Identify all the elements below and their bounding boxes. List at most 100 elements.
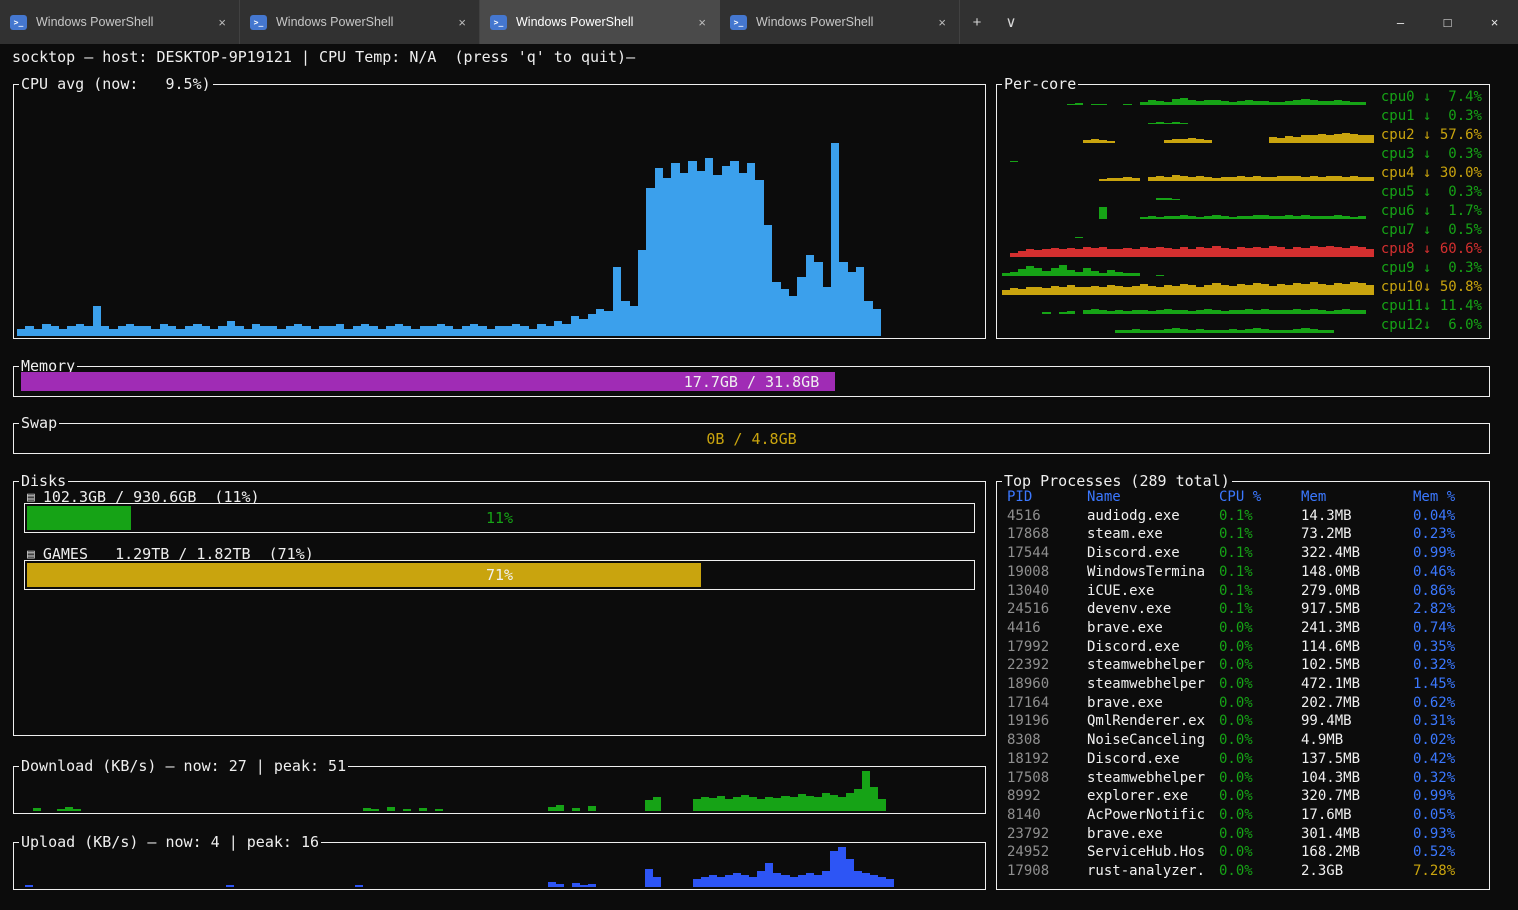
process-pid: 4516 bbox=[1007, 507, 1087, 526]
tab-close-icon[interactable]: × bbox=[455, 15, 469, 30]
process-name: NoiseCanceling bbox=[1087, 731, 1219, 750]
process-row: 4516audiodg.exe0.1%14.3MB0.04% bbox=[1007, 507, 1483, 526]
process-name: explorer.exe bbox=[1087, 787, 1219, 806]
process-name: QmlRenderer.ex bbox=[1087, 712, 1219, 731]
terminal-screen[interactable]: socktop — host: DESKTOP-9P19121 | CPU Te… bbox=[0, 44, 1518, 910]
download-panel: Download (KB/s) — now: 27 | peak: 51 bbox=[13, 766, 986, 814]
process-mem-percent: 1.45% bbox=[1413, 675, 1483, 694]
maximize-button[interactable]: □ bbox=[1424, 0, 1471, 44]
new-tab-button[interactable]: + bbox=[961, 6, 993, 38]
tab-3[interactable]: >_Windows PowerShell× bbox=[720, 0, 960, 44]
process-mem: 99.4MB bbox=[1301, 712, 1413, 731]
process-pid: 4416 bbox=[1007, 619, 1087, 638]
core-spark-chart bbox=[1002, 202, 1374, 221]
core-spark-chart bbox=[1002, 183, 1374, 202]
process-mem-percent: 0.42% bbox=[1413, 750, 1483, 769]
core-spark-chart bbox=[1002, 145, 1374, 164]
process-mem-percent: 0.86% bbox=[1413, 582, 1483, 601]
process-pid: 13040 bbox=[1007, 582, 1087, 601]
core-label: cpu2 ↓ 57.6% bbox=[1374, 126, 1485, 145]
process-row: 18960steamwebhelper0.0%472.1MB1.45% bbox=[1007, 675, 1483, 694]
process-pid: 18192 bbox=[1007, 750, 1087, 769]
tab-close-icon[interactable]: × bbox=[695, 15, 709, 30]
tab-close-icon[interactable]: × bbox=[935, 15, 949, 30]
process-cpu-percent: 0.0% bbox=[1219, 750, 1301, 769]
disk-bar: 71% bbox=[24, 560, 975, 590]
process-cpu-percent: 0.1% bbox=[1219, 507, 1301, 526]
process-mem: 472.1MB bbox=[1301, 675, 1413, 694]
core-row-cpu1: cpu1 ↓ 0.3% bbox=[1002, 107, 1485, 126]
process-row: 4416brave.exe0.0%241.3MB0.74% bbox=[1007, 619, 1483, 638]
disks-panel: Disks ▤ 102.3GB / 930.6GB (11%) 11% ▤ GA… bbox=[13, 481, 986, 736]
process-cpu-percent: 0.0% bbox=[1219, 675, 1301, 694]
process-mem-percent: 0.32% bbox=[1413, 769, 1483, 788]
process-mem-percent: 0.99% bbox=[1413, 787, 1483, 806]
core-spark-chart bbox=[1002, 88, 1374, 107]
core-spark-chart bbox=[1002, 240, 1374, 259]
minimize-button[interactable]: – bbox=[1377, 0, 1424, 44]
process-mem: 104.3MB bbox=[1301, 769, 1413, 788]
swap-bar: 0B / 4.8GB bbox=[21, 429, 1482, 448]
core-label: cpu5 ↓ 0.3% bbox=[1374, 183, 1485, 202]
tab-dropdown-button[interactable]: ∨ bbox=[995, 6, 1027, 38]
process-mem-percent: 0.46% bbox=[1413, 563, 1483, 582]
process-pid: 17868 bbox=[1007, 525, 1087, 544]
process-mem: 320.7MB bbox=[1301, 787, 1413, 806]
process-cpu-percent: 0.0% bbox=[1219, 656, 1301, 675]
process-cpu-percent: 0.0% bbox=[1219, 806, 1301, 825]
column-header-name: Name bbox=[1087, 488, 1219, 507]
process-mem-percent: 0.32% bbox=[1413, 656, 1483, 675]
process-cpu-percent: 0.1% bbox=[1219, 582, 1301, 601]
process-pid: 17508 bbox=[1007, 769, 1087, 788]
core-label: cpu9 ↓ 0.3% bbox=[1374, 259, 1485, 278]
core-row-cpu5: cpu5 ↓ 0.3% bbox=[1002, 183, 1485, 202]
process-pid: 17992 bbox=[1007, 638, 1087, 657]
process-mem-percent: 2.82% bbox=[1413, 600, 1483, 619]
powershell-icon: >_ bbox=[250, 15, 267, 30]
process-mem-percent: 0.02% bbox=[1413, 731, 1483, 750]
tab-bar: >_ Windows PowerShell × >_ Windows PowerShel… bbox=[0, 0, 960, 44]
process-row: 24952ServiceHub.Hos0.0%168.2MB0.52% bbox=[1007, 843, 1483, 862]
process-row: 19196QmlRenderer.ex0.0%99.4MB0.31% bbox=[1007, 712, 1483, 731]
process-mem: 168.2MB bbox=[1301, 843, 1413, 862]
core-label: cpu10↓ 50.8% bbox=[1374, 278, 1485, 297]
process-pid: 17164 bbox=[1007, 694, 1087, 713]
download-chart bbox=[17, 771, 982, 811]
process-pid: 8308 bbox=[1007, 731, 1087, 750]
tab-label: Windows PowerShell bbox=[36, 15, 206, 29]
process-name: brave.exe bbox=[1087, 694, 1219, 713]
process-mem: 2.3GB bbox=[1301, 862, 1413, 881]
process-mem-percent: 7.28% bbox=[1413, 862, 1483, 881]
per-core-rows: cpu0 ↓ 7.4%cpu1 ↓ 0.3%cpu2 ↓ 57.6%cpu3 ↓… bbox=[1002, 88, 1485, 335]
process-mem: 148.0MB bbox=[1301, 563, 1413, 582]
process-row: 8992explorer.exe0.0%320.7MB0.99% bbox=[1007, 787, 1483, 806]
tab-close-icon[interactable]: × bbox=[215, 15, 229, 30]
process-mem: 917.5MB bbox=[1301, 600, 1413, 619]
core-label: cpu6 ↓ 1.7% bbox=[1374, 202, 1485, 221]
process-mem: 322.4MB bbox=[1301, 544, 1413, 563]
process-name: Discord.exe bbox=[1087, 638, 1219, 657]
process-table: PID Name CPU % Mem Mem % 4516audiodg.exe… bbox=[1007, 488, 1483, 885]
process-mem-percent: 0.31% bbox=[1413, 712, 1483, 731]
disk-bar: 11% bbox=[24, 503, 975, 533]
tab-0[interactable]: >_Windows PowerShell× bbox=[0, 0, 240, 44]
process-mem: 301.4MB bbox=[1301, 825, 1413, 844]
tab-1[interactable]: >_Windows PowerShell× bbox=[240, 0, 480, 44]
tab-2[interactable]: >_ Windows PowerShell × bbox=[480, 0, 720, 44]
process-row: 8140AcPowerNotific0.0%17.6MB0.05% bbox=[1007, 806, 1483, 825]
process-name: steamwebhelper bbox=[1087, 656, 1219, 675]
close-button[interactable]: × bbox=[1471, 0, 1518, 44]
process-mem: 4.9MB bbox=[1301, 731, 1413, 750]
core-row-cpu12: cpu12↓ 6.0% bbox=[1002, 316, 1485, 335]
titlebar-drag-area[interactable] bbox=[1028, 0, 1377, 44]
process-name: steam.exe bbox=[1087, 525, 1219, 544]
core-label: cpu0 ↓ 7.4% bbox=[1374, 88, 1485, 107]
core-label: cpu11↓ 11.4% bbox=[1374, 297, 1485, 316]
tab-label: Windows PowerShell bbox=[516, 15, 686, 29]
process-name: steamwebhelper bbox=[1087, 769, 1219, 788]
powershell-icon: >_ bbox=[490, 15, 507, 30]
tab-actions: + ∨ bbox=[960, 0, 1028, 44]
process-pid: 24952 bbox=[1007, 843, 1087, 862]
process-mem-percent: 0.05% bbox=[1413, 806, 1483, 825]
process-row: 17544Discord.exe0.1%322.4MB0.99% bbox=[1007, 544, 1483, 563]
